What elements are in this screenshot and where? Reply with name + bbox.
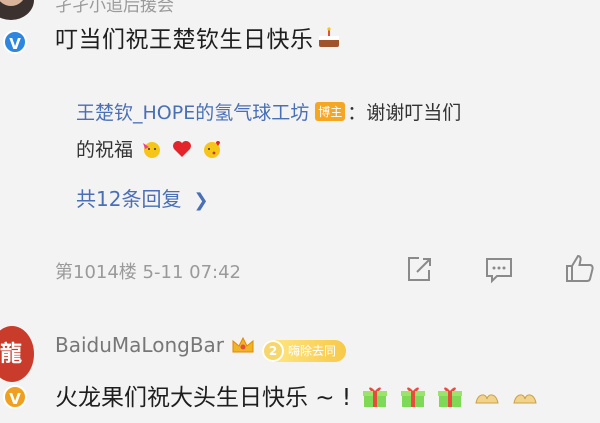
avatar[interactable]: [0, 0, 34, 20]
party-face-emoji-icon: [143, 142, 161, 158]
verified-icon: V: [3, 385, 27, 409]
comment-author-name[interactable]: 孑孑小追后援会: [55, 0, 174, 16]
share-icon[interactable]: [402, 252, 436, 286]
comment-icon[interactable]: [482, 252, 516, 286]
avatar[interactable]: 龍: [0, 326, 34, 382]
cake-emoji-icon: [318, 27, 339, 47]
kiss-face-emoji-icon: [204, 141, 221, 158]
like-icon[interactable]: [562, 252, 596, 286]
fortune-cookie-emoji-icon: [513, 394, 537, 404]
gift-emoji-icon: [438, 387, 463, 407]
crown-icon: [232, 336, 254, 353]
reply-text-continuation: 的祝福: [76, 135, 223, 162]
gift-emoji-icon: [400, 387, 425, 407]
comment-text: 火龙果们祝大头生日快乐 ~ !: [55, 378, 538, 412]
comment-author-name[interactable]: BaiduMaLongBar: [55, 333, 224, 357]
comment-meta: 第1014楼 5-11 07:42: [55, 258, 241, 284]
reply-author-link[interactable]: 王楚钦_HOPE的氢气球工坊: [76, 102, 309, 124]
more-replies-link[interactable]: 共12条回复 ❯: [76, 183, 209, 212]
verified-icon: V: [3, 30, 27, 54]
comment-text: 叮当们祝王楚钦生日快乐: [55, 20, 342, 54]
fortune-cookie-emoji-icon: [475, 394, 499, 404]
heart-emoji-icon: [173, 141, 192, 157]
fan-level-badge: 2 嗨除去同: [262, 340, 347, 362]
comment-author[interactable]: BaiduMaLongBar 2 嗨除去同: [55, 333, 347, 362]
host-badge: 博主: [315, 102, 346, 121]
chevron-right-icon: ❯: [193, 190, 209, 211]
comment-time: 07:42: [189, 262, 242, 283]
comment-date: 5-11: [142, 262, 184, 283]
reply-item[interactable]: 王楚钦_HOPE的氢气球工坊 博主 ：谢谢叮当们: [76, 98, 461, 125]
gift-emoji-icon: [363, 387, 388, 407]
reply-text: ：谢谢叮当们: [347, 102, 462, 124]
floor-number: 第1014楼: [55, 262, 137, 283]
